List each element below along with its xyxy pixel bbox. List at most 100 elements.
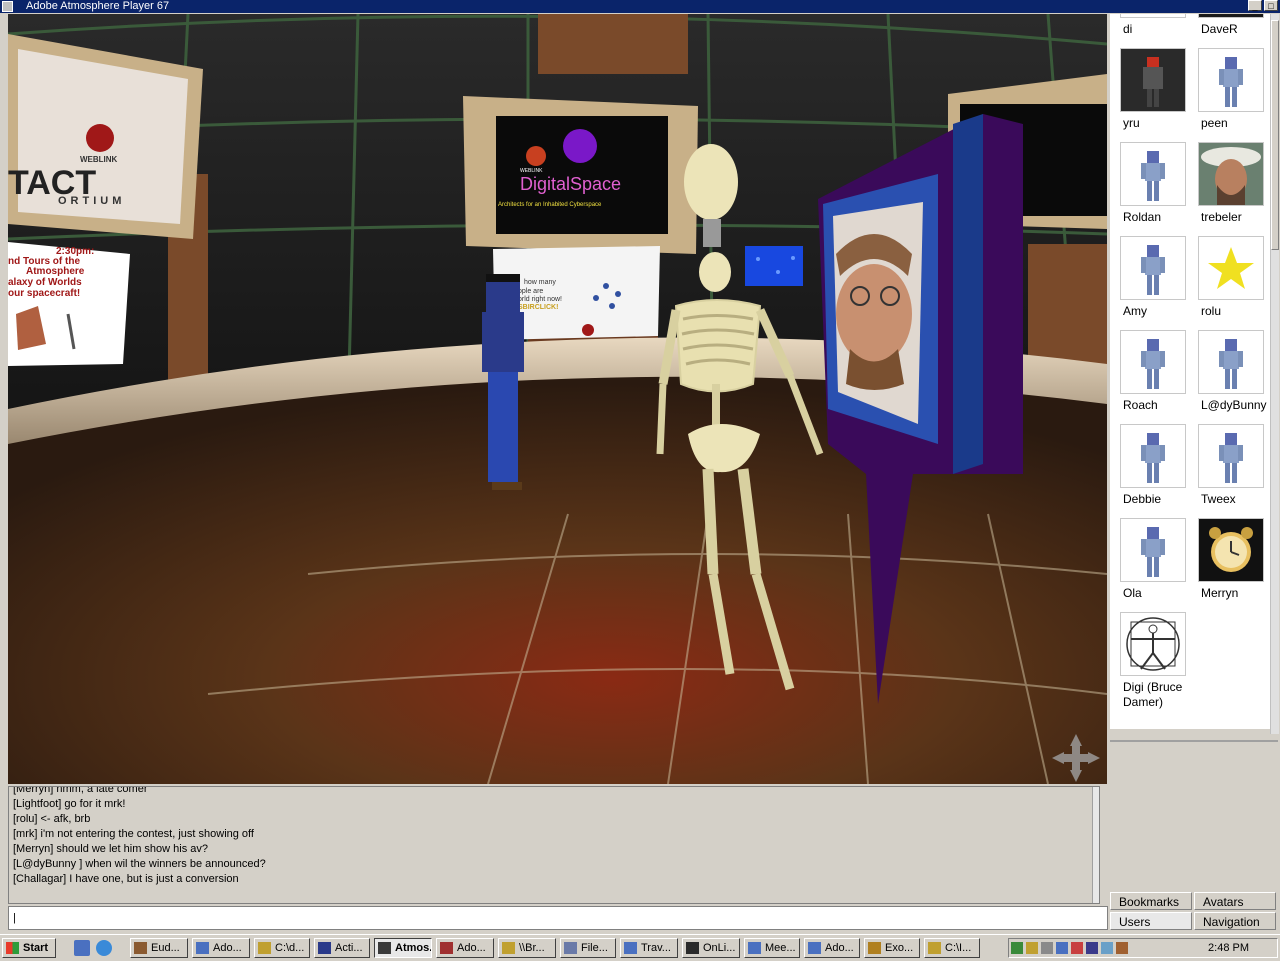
- svg-text:Atmosphere: Atmosphere: [26, 266, 85, 277]
- tray-icon-3[interactable]: [1041, 942, 1053, 954]
- users-scrollbar[interactable]: [1270, 14, 1279, 734]
- tray-icon-1[interactable]: [1011, 942, 1023, 954]
- taskbar-app-icon: [318, 942, 331, 954]
- user-entry[interactable]: Roach: [1120, 330, 1196, 424]
- windows-logo-icon: [6, 942, 19, 954]
- user-entry[interactable]: di: [1120, 14, 1196, 48]
- user-name: Merryn: [1201, 586, 1239, 600]
- window-controls: _ □: [1246, 0, 1278, 13]
- internet-explorer-icon[interactable]: [96, 940, 112, 956]
- taskbar-button[interactable]: Atmos...: [374, 938, 432, 958]
- blue-avatar-icon[interactable]: [1120, 424, 1186, 488]
- vitruvian-avatar-icon[interactable]: [1120, 612, 1186, 676]
- user-name: Amy: [1123, 304, 1147, 318]
- chat-line: [rolu] <- afk, brb: [13, 813, 91, 825]
- 3d-scene[interactable]: WEBLINK TACT ORTIUM WEBLINK DigitalSpace…: [8, 14, 1107, 784]
- taskbar-button-label: Ado...: [457, 942, 486, 954]
- taskbar-button[interactable]: Trav...: [620, 938, 678, 958]
- photo-avatar-icon[interactable]: [1198, 142, 1264, 206]
- svg-text:WEBLINK: WEBLINK: [80, 155, 118, 164]
- tray-icon-5[interactable]: [1071, 942, 1083, 954]
- user-entry[interactable]: Amy: [1120, 236, 1196, 330]
- 3d-viewport[interactable]: WEBLINK TACT ORTIUM WEBLINK DigitalSpace…: [8, 14, 1107, 784]
- star-avatar-icon[interactable]: [1198, 236, 1264, 300]
- blue-avatar-icon[interactable]: [1120, 518, 1186, 582]
- taskbar-button-label: File...: [581, 942, 608, 954]
- blue-blocky-avatar[interactable]: [482, 274, 524, 490]
- user-entry[interactable]: trebeler: [1198, 142, 1270, 236]
- user-entry[interactable]: Debbie: [1120, 424, 1196, 518]
- user-entry[interactable]: Tweex: [1198, 424, 1270, 518]
- taskbar-button[interactable]: File...: [560, 938, 616, 958]
- user-entry[interactable]: Ola: [1120, 518, 1196, 612]
- window-title: Adobe Atmosphere Player 67: [26, 0, 170, 12]
- blue-avatar-icon[interactable]: [1120, 14, 1186, 18]
- user-entry[interactable]: L@dyBunny: [1198, 330, 1270, 424]
- taskbar-button[interactable]: C:\d...: [254, 938, 310, 958]
- blue-avatar-icon[interactable]: [1120, 330, 1186, 394]
- clock: 2:48 PM: [1208, 942, 1249, 954]
- svg-text:ORTIUM: ORTIUM: [58, 195, 125, 207]
- user-entry[interactable]: rolu: [1198, 236, 1270, 330]
- taskbar-button[interactable]: Acti...: [314, 938, 370, 958]
- chat-line: [Lightfoot] go for it mrk!: [13, 798, 126, 810]
- chat-input[interactable]: [8, 906, 1108, 930]
- poster-digitalspace[interactable]: WEBLINK DigitalSpace Architects for an I…: [463, 96, 698, 254]
- robot-avatar-icon[interactable]: [1120, 48, 1186, 112]
- taskbar-button[interactable]: Ado...: [192, 938, 250, 958]
- user-entry[interactable]: DaveR: [1198, 14, 1270, 48]
- taskbar-app-icon: [624, 942, 637, 954]
- tab-avatars[interactable]: Avatars: [1194, 892, 1276, 910]
- svg-text:orld right now!: orld right now!: [518, 296, 562, 303]
- taskbar-button[interactable]: Exo...: [864, 938, 920, 958]
- blue-avatar-icon[interactable]: [1198, 330, 1264, 394]
- taskbar: Start Eud... Ado... C:\d... Acti... Atmos...…: [0, 934, 1280, 961]
- taskbar-button[interactable]: Mee...: [744, 938, 800, 958]
- user-name: L@dyBunny: [1201, 398, 1267, 412]
- taskbar-button[interactable]: C:\I...: [924, 938, 980, 958]
- chat-log[interactable]: [Merryn] hmm, a late comer [Lightfoot] go…: [8, 786, 1100, 904]
- blue-avatar-icon[interactable]: [1120, 236, 1186, 300]
- blue-avatar-icon[interactable]: [1198, 48, 1264, 112]
- minimize-button[interactable]: _: [1248, 0, 1262, 11]
- blue-avatar-icon[interactable]: [1120, 142, 1186, 206]
- taskbar-button-label: Acti...: [335, 942, 363, 954]
- user-entry[interactable]: Roldan: [1120, 142, 1196, 236]
- chat-line: [Merryn] hmm, a late comer: [13, 786, 148, 795]
- user-name: peen: [1201, 116, 1228, 130]
- tray-icon-8[interactable]: [1116, 942, 1128, 954]
- user-entry[interactable]: Digi (Bruce Damer): [1120, 612, 1196, 709]
- svg-text:how many: how many: [524, 279, 556, 286]
- chat-scrollbar[interactable]: [1092, 787, 1099, 903]
- tray-icon-4[interactable]: [1056, 942, 1068, 954]
- maximize-button[interactable]: □: [1264, 0, 1278, 11]
- tab-bookmarks[interactable]: Bookmarks: [1110, 892, 1192, 910]
- taskbar-button-label: Trav...: [641, 942, 671, 954]
- dark-avatar-icon[interactable]: [1198, 14, 1264, 18]
- taskbar-button[interactable]: \\Br...: [498, 938, 556, 958]
- poster-contact-consortium[interactable]: WEBLINK TACT ORTIUM: [8, 34, 203, 239]
- scrollbar-thumb[interactable]: [1271, 20, 1279, 250]
- tab-navigation[interactable]: Navigation: [1194, 912, 1276, 930]
- user-entry[interactable]: yru: [1120, 48, 1196, 142]
- start-button[interactable]: Start: [2, 938, 56, 958]
- user-name: rolu: [1201, 304, 1222, 318]
- user-entry[interactable]: peen: [1198, 48, 1270, 142]
- chat-line: [Merryn] should we let him show his av?: [13, 843, 209, 855]
- app-icon[interactable]: [2, 1, 13, 12]
- tray-icon-7[interactable]: [1101, 942, 1113, 954]
- blue-avatar-icon[interactable]: [1198, 424, 1264, 488]
- taskbar-button[interactable]: Ado...: [436, 938, 494, 958]
- clock-avatar-icon[interactable]: [1198, 518, 1264, 582]
- taskbar-button[interactable]: Ado...: [804, 938, 860, 958]
- user-entry[interactable]: Merryn: [1198, 518, 1270, 612]
- tray-icon-6[interactable]: [1086, 942, 1098, 954]
- tray-icon-2[interactable]: [1026, 942, 1038, 954]
- svg-text:SBIRCLICK!: SBIRCLICK!: [518, 304, 558, 311]
- poster-schedule[interactable]: 2:30pm: nd Tours of the Atmosphere alaxy…: [8, 242, 130, 366]
- taskbar-button[interactable]: OnLi...: [682, 938, 740, 958]
- tab-users[interactable]: Users: [1110, 912, 1192, 930]
- taskbar-button-label: C:\I...: [945, 942, 972, 954]
- taskbar-button[interactable]: Eud...: [130, 938, 188, 958]
- show-desktop-icon[interactable]: [74, 940, 90, 956]
